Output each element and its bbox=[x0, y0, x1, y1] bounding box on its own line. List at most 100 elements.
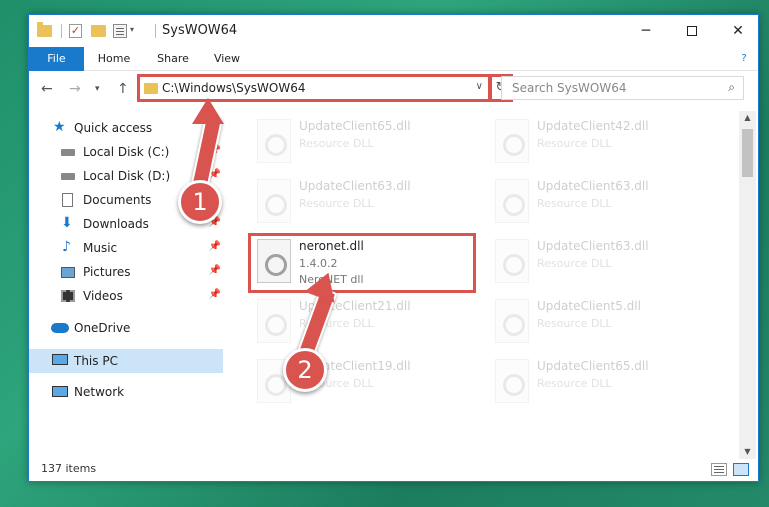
close-button[interactable]: ✕ bbox=[715, 15, 761, 47]
up-arrow-icon[interactable]: ↑ bbox=[117, 81, 129, 97]
file-description: Resource DLL bbox=[537, 197, 612, 210]
folder-icon bbox=[37, 22, 52, 37]
recent-locations-icon[interactable]: ▾ bbox=[95, 84, 100, 94]
dll-file-icon bbox=[257, 119, 291, 163]
sidebar-item-label: Videos bbox=[83, 289, 123, 303]
sidebar-item-label: Music bbox=[83, 241, 118, 255]
list-item[interactable]: UpdateClient63.dll Resource DLL bbox=[489, 175, 717, 231]
file-description: Resource DLL bbox=[537, 137, 612, 150]
details-view-icon[interactable] bbox=[711, 463, 727, 476]
pictures-icon bbox=[61, 267, 75, 278]
pin-icon[interactable]: 📌 bbox=[209, 241, 221, 252]
forward-arrow-icon[interactable]: → bbox=[69, 81, 81, 97]
file-description: Resource DLL bbox=[299, 137, 374, 150]
step-2-badge: 2 bbox=[283, 348, 327, 392]
new-folder-icon[interactable] bbox=[91, 25, 106, 37]
status-bar: 137 items bbox=[29, 459, 758, 481]
file-description: Resource DLL bbox=[537, 377, 612, 390]
sidebar-item-this-pc[interactable]: This PC bbox=[29, 349, 223, 373]
sidebar-item-label: Quick access bbox=[74, 121, 153, 135]
maximize-button[interactable] bbox=[669, 15, 715, 47]
pin-icon[interactable]: 📌 bbox=[209, 289, 221, 300]
sidebar-item-label: OneDrive bbox=[74, 321, 131, 335]
documents-icon bbox=[62, 193, 73, 207]
back-arrow-icon[interactable]: ← bbox=[41, 81, 53, 97]
explorer-window: ✓ ▾ SysWOW64 ─ ✕ File Home Share View ? … bbox=[28, 14, 759, 482]
drive-icon bbox=[61, 173, 75, 180]
tab-file[interactable]: File bbox=[29, 47, 84, 71]
navigation-bar: ← → ▾ ↑ C:\Windows\SysWOW64 ∨ ↻ Search S… bbox=[29, 71, 758, 107]
list-item[interactable]: UpdateClient65.dll Resource DLL bbox=[489, 355, 717, 411]
sidebar-item-label: Documents bbox=[83, 193, 152, 207]
drive-icon bbox=[61, 149, 75, 156]
toolbar-divider bbox=[61, 24, 62, 38]
arrowhead-up-icon bbox=[192, 98, 224, 124]
tab-home[interactable]: Home bbox=[91, 47, 137, 71]
list-item[interactable]: UpdateClient5.dll Resource DLL bbox=[489, 295, 717, 351]
toolbar-divider bbox=[155, 24, 156, 38]
sidebar-item-videos[interactable]: Videos 📌 bbox=[29, 285, 223, 307]
ribbon: File Home Share View ? bbox=[29, 47, 758, 71]
dll-file-icon bbox=[495, 359, 529, 403]
file-description: Resource DLL bbox=[537, 317, 612, 330]
search-placeholder: Search SysWOW64 bbox=[512, 81, 627, 95]
file-list: UpdateClient65.dll Resource DLL UpdateCl… bbox=[229, 111, 739, 455]
file-name: UpdateClient65.dll bbox=[299, 119, 411, 133]
tab-view[interactable]: View bbox=[207, 47, 247, 71]
computer-icon bbox=[52, 354, 68, 365]
dll-file-icon bbox=[495, 179, 529, 223]
sidebar-item-label: Pictures bbox=[83, 265, 131, 279]
properties-check-icon[interactable]: ✓ bbox=[69, 24, 82, 38]
scroll-down-icon[interactable]: ▼ bbox=[739, 445, 756, 459]
dll-file-icon bbox=[495, 239, 529, 283]
sidebar-item-network[interactable]: Network bbox=[29, 381, 223, 403]
file-name: UpdateClient65.dll bbox=[537, 359, 649, 373]
help-icon[interactable]: ? bbox=[736, 51, 752, 67]
videos-icon bbox=[61, 290, 75, 302]
list-item[interactable]: UpdateClient63.dll Resource DLL bbox=[489, 235, 717, 291]
file-highlight-box bbox=[248, 233, 476, 293]
sidebar-item-pictures[interactable]: Pictures 📌 bbox=[29, 261, 223, 283]
sidebar-item-onedrive[interactable]: OneDrive bbox=[29, 317, 223, 339]
file-name: UpdateClient63.dll bbox=[299, 179, 411, 193]
scroll-up-icon[interactable]: ▲ bbox=[739, 111, 756, 125]
sidebar-item-label: Downloads bbox=[83, 217, 149, 231]
tiles-view-icon[interactable] bbox=[733, 463, 749, 476]
list-item[interactable]: UpdateClient63.dll Resource DLL bbox=[251, 175, 479, 231]
minimize-button[interactable]: ─ bbox=[623, 15, 669, 47]
list-item[interactable]: UpdateClient21.dll Resource DLL bbox=[251, 295, 479, 351]
window-title: SysWOW64 bbox=[162, 23, 238, 38]
dll-file-icon bbox=[495, 119, 529, 163]
address-highlight-box bbox=[137, 74, 491, 102]
vertical-scrollbar[interactable]: ▲ ▼ bbox=[739, 111, 756, 459]
cloud-icon bbox=[51, 323, 69, 333]
star-icon: ★ bbox=[53, 119, 66, 135]
file-name: UpdateClient5.dll bbox=[537, 299, 641, 313]
dll-file-icon bbox=[495, 299, 529, 343]
music-icon: ♪ bbox=[62, 239, 71, 255]
sidebar-item-label: Local Disk (C:) bbox=[83, 145, 170, 159]
pin-icon[interactable]: 📌 bbox=[209, 265, 221, 276]
title-bar: ✓ ▾ SysWOW64 ─ ✕ bbox=[29, 15, 758, 47]
dll-file-icon bbox=[257, 179, 291, 223]
tab-share[interactable]: Share bbox=[151, 47, 195, 71]
quick-access-dropdown-icon[interactable]: ▾ bbox=[130, 25, 134, 34]
sidebar-item-label: Local Disk (D:) bbox=[83, 169, 171, 183]
file-name: UpdateClient63.dll bbox=[537, 239, 649, 253]
file-name: UpdateClient63.dll bbox=[537, 179, 649, 193]
item-count: 137 items bbox=[41, 462, 97, 475]
file-description: Resource DLL bbox=[537, 257, 612, 270]
network-icon bbox=[52, 386, 68, 397]
list-item[interactable]: UpdateClient65.dll Resource DLL bbox=[251, 115, 479, 171]
list-item[interactable]: UpdateClient42.dll Resource DLL bbox=[489, 115, 717, 171]
maximize-icon bbox=[687, 26, 697, 36]
scroll-thumb[interactable] bbox=[742, 129, 753, 177]
sidebar-item-music[interactable]: ♪ Music 📌 bbox=[29, 237, 223, 259]
search-input[interactable]: Search SysWOW64 ⌕ bbox=[501, 76, 744, 100]
file-description: Resource DLL bbox=[299, 197, 374, 210]
sidebar-item-local-disk-c[interactable]: Local Disk (C:) 📌 bbox=[29, 141, 223, 163]
sidebar-item-label: Network bbox=[74, 385, 125, 399]
properties-icon[interactable] bbox=[113, 24, 127, 38]
search-icon[interactable]: ⌕ bbox=[728, 80, 735, 95]
download-icon: ⬇ bbox=[61, 215, 73, 231]
